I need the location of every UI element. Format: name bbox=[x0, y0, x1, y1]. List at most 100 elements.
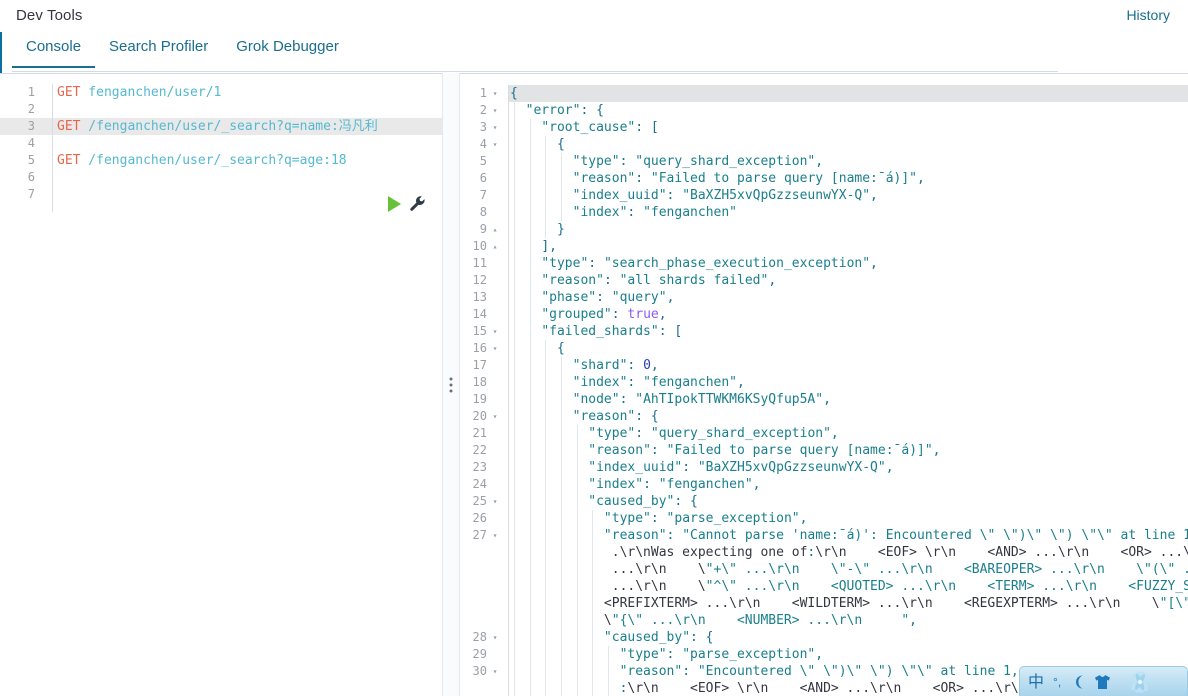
fold-toggle-icon[interactable]: ▴ bbox=[491, 225, 499, 234]
response-line[interactable]: { bbox=[510, 340, 1188, 357]
fold-toggle-icon[interactable]: ▾ bbox=[491, 633, 499, 642]
editor-line[interactable]: GET /fenganchen/user/_search?q=name:冯凡利 bbox=[57, 118, 442, 135]
tab-grok-debugger[interactable]: Grok Debugger bbox=[222, 32, 353, 68]
editor-line[interactable]: GET /fenganchen/user/_search?q=age:18 bbox=[57, 152, 442, 169]
editor-line[interactable] bbox=[57, 186, 442, 203]
response-line[interactable]: "reason": "Cannot parse 'name:¯á)': Enco… bbox=[510, 527, 1188, 544]
line-number-text: 19 bbox=[472, 392, 487, 406]
response-line[interactable]: "index_uuid": "BaXZH5xvQpGzzseunwYX-Q", bbox=[510, 459, 1188, 476]
editor-code-area[interactable]: GET fenganchen/user/1 GET /fenganchen/us… bbox=[57, 84, 442, 203]
response-line-number: 15 ▾ bbox=[460, 323, 504, 340]
moon-icon[interactable] bbox=[1070, 674, 1085, 690]
fold-toggle-icon[interactable]: ▾ bbox=[491, 531, 499, 540]
fold-toggle-icon[interactable]: ▾ bbox=[491, 667, 499, 676]
response-line[interactable]: ...\r\n \"+\" ...\r\n \"-\" ...\r\n <BAR… bbox=[510, 561, 1188, 578]
response-line-number: 23 bbox=[460, 459, 504, 476]
response-line[interactable]: { bbox=[510, 136, 1188, 153]
response-line-number bbox=[460, 680, 504, 696]
ime-punctuation-icon[interactable]: °, bbox=[1053, 676, 1061, 688]
fold-toggle-icon[interactable]: ▾ bbox=[491, 106, 499, 115]
wrench-icon[interactable] bbox=[409, 195, 426, 212]
response-line[interactable]: "reason": "Failed to parse query [name:¯… bbox=[510, 170, 1188, 187]
response-line[interactable]: "type": "parse_exception", bbox=[510, 510, 1188, 527]
dev-tools-app: Dev Tools History Console Search Profile… bbox=[0, 0, 1188, 696]
fold-toggle-icon[interactable]: ▾ bbox=[491, 344, 499, 353]
line-number-text: 16 bbox=[472, 341, 487, 355]
editor-line-number: 4 bbox=[27, 136, 35, 150]
response-line-number: 24 bbox=[460, 476, 504, 493]
response-line[interactable]: "root_cause": [ bbox=[510, 119, 1188, 136]
response-line[interactable]: \"{\" ...\r\n <NUMBER> ...\r\n ", bbox=[510, 612, 1188, 629]
editor-line-number: 7 bbox=[27, 187, 35, 201]
http-method-token: GET bbox=[57, 153, 81, 168]
response-line[interactable]: } bbox=[510, 221, 1188, 238]
response-line[interactable]: "grouped": true, bbox=[510, 306, 1188, 323]
response-line[interactable]: "reason": "Failed to parse query [name:¯… bbox=[510, 442, 1188, 459]
response-line[interactable]: "error": { bbox=[510, 102, 1188, 119]
resize-grip-icon[interactable] bbox=[449, 377, 453, 392]
history-link[interactable]: History bbox=[1126, 7, 1170, 23]
response-line[interactable]: "phase": "query", bbox=[510, 289, 1188, 306]
tab-console[interactable]: Console bbox=[12, 32, 96, 68]
fold-toggle-icon[interactable]: ▾ bbox=[491, 89, 499, 98]
line-number-text: 2 bbox=[479, 103, 487, 117]
response-viewer[interactable]: 1 ▾ 2 ▾ 3 ▾ 4 ▾ 5 6 7 8 9 ▴ 10 ▴ 11 12 13 14 15 ▾ 16 ▾ 17 18 19 20 ▾… bbox=[460, 73, 1188, 696]
line-number-text: 24 bbox=[472, 477, 487, 491]
fold-toggle-icon[interactable]: ▾ bbox=[491, 497, 499, 506]
fold-toggle-icon[interactable]: ▾ bbox=[491, 327, 499, 336]
response-line-number: 30 ▾ bbox=[460, 663, 504, 680]
response-code-area[interactable]: { "error": { "root_cause": [ { "type": "… bbox=[510, 85, 1188, 696]
shirt-icon[interactable] bbox=[1094, 674, 1111, 690]
sogou-flower-logo[interactable] bbox=[1122, 669, 1158, 695]
response-line[interactable]: "reason": { bbox=[510, 408, 1188, 425]
response-line[interactable]: "caused_by": { bbox=[510, 493, 1188, 510]
response-line[interactable]: "type": "query_shard_exception", bbox=[510, 153, 1188, 170]
response-line-number bbox=[460, 578, 504, 595]
editor-line[interactable] bbox=[57, 101, 442, 118]
response-line[interactable]: "type": "search_phase_execution_exceptio… bbox=[510, 255, 1188, 272]
panel-resize-divider[interactable] bbox=[442, 73, 460, 696]
response-line[interactable]: .\r\nWas expecting one of:\r\n <EOF> \r\… bbox=[510, 544, 1188, 561]
request-url-token: /fenganchen/user/_search?q=age:18 bbox=[80, 153, 347, 168]
response-line-number: 2 ▾ bbox=[460, 102, 504, 119]
editor-line[interactable] bbox=[57, 169, 442, 186]
response-line[interactable]: "type": "query_shard_exception", bbox=[510, 425, 1188, 442]
ime-language-icon[interactable]: 中 bbox=[1028, 673, 1044, 690]
editor-gutter-divider bbox=[52, 84, 53, 212]
request-editor[interactable]: 1 2 3 4 5 6 7 GET fenganchen/user/1 GET /fenga… bbox=[0, 73, 442, 696]
response-line[interactable]: { bbox=[510, 85, 1188, 102]
response-line-number: 17 bbox=[460, 357, 504, 374]
editor-line[interactable]: GET fenganchen/user/1 bbox=[57, 84, 442, 101]
tab-search-profiler[interactable]: Search Profiler bbox=[95, 32, 222, 68]
response-line-number: 5 bbox=[460, 153, 504, 170]
grip-dot bbox=[449, 383, 453, 386]
app-header: Dev Tools History bbox=[0, 0, 1188, 30]
ime-toolbar[interactable]: 中 °, bbox=[1019, 666, 1188, 696]
response-line[interactable]: "shard": 0, bbox=[510, 357, 1188, 374]
fold-toggle-icon[interactable]: ▾ bbox=[491, 140, 499, 149]
response-line[interactable]: ], bbox=[510, 238, 1188, 255]
line-number-text: 26 bbox=[472, 511, 487, 525]
response-line[interactable]: ...\r\n \"^\" ...\r\n <QUOTED> ...\r\n <… bbox=[510, 578, 1188, 595]
line-number-text: 11 bbox=[472, 256, 487, 270]
console-panels: 1234567 GET fenganchen/user/1 GET /fenga… bbox=[0, 73, 1188, 696]
play-icon[interactable] bbox=[388, 195, 401, 212]
response-line[interactable]: "index": "fenganchen" bbox=[510, 204, 1188, 221]
response-line[interactable]: "index_uuid": "BaXZH5xvQpGzzseunwYX-Q", bbox=[510, 187, 1188, 204]
fold-toggle-icon[interactable]: ▴ bbox=[491, 242, 499, 251]
line-number-text: 15 bbox=[472, 324, 487, 338]
fold-toggle-icon[interactable]: ▾ bbox=[491, 412, 499, 421]
response-line[interactable]: "reason": "all shards failed", bbox=[510, 272, 1188, 289]
response-line[interactable]: "node": "AhTIpokTTWKM6KSyQfup5A", bbox=[510, 391, 1188, 408]
response-line[interactable]: "index": "fenganchen", bbox=[510, 476, 1188, 493]
response-line-number: 10 ▴ bbox=[460, 238, 504, 255]
fold-toggle-icon[interactable]: ▾ bbox=[491, 123, 499, 132]
http-method-token: GET bbox=[57, 85, 81, 100]
editor-line[interactable] bbox=[57, 135, 442, 152]
response-line[interactable]: "type": "parse_exception", bbox=[510, 646, 1188, 663]
response-line[interactable]: "caused_by": { bbox=[510, 629, 1188, 646]
response-line[interactable]: "index": "fenganchen", bbox=[510, 374, 1188, 391]
response-line-number: 1 ▾ bbox=[460, 85, 504, 102]
response-line[interactable]: <PREFIXTERM> ...\r\n <WILDTERM> ...\r\n … bbox=[510, 595, 1188, 612]
response-line[interactable]: "failed_shards": [ bbox=[510, 323, 1188, 340]
